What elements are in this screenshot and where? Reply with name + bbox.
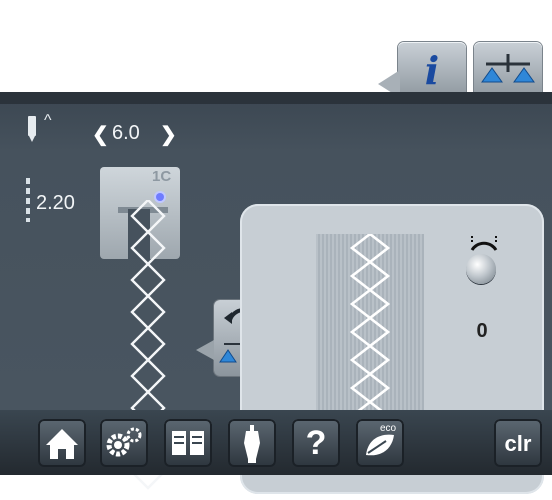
presser-foot-label: 1C — [152, 168, 172, 185]
sewing-advisor-button[interactable] — [228, 419, 276, 467]
info-icon: i — [424, 48, 440, 93]
home-button[interactable] — [38, 419, 86, 467]
needle-position-icon[interactable] — [28, 116, 36, 142]
width-increase-icon[interactable]: ❯ — [160, 122, 177, 147]
needle-up-arrow: ^ — [44, 112, 52, 129]
setup-button[interactable] — [100, 419, 148, 467]
help-button[interactable]: ? — [292, 419, 340, 467]
home-icon — [46, 429, 78, 459]
clear-label: clr — [504, 431, 532, 456]
setup-icon — [106, 427, 142, 457]
balance-arc-icon — [470, 236, 498, 251]
balance-value: 0 — [476, 320, 488, 342]
sewing-advisor-icon — [244, 425, 260, 463]
stitch-width-value: 6.0 — [112, 122, 140, 144]
tutorial-icon — [172, 431, 204, 455]
leaf-icon — [366, 434, 394, 456]
width-decrease-icon[interactable]: ❮ — [92, 122, 109, 147]
eco-button[interactable]: eco — [356, 419, 404, 467]
clear-button[interactable]: clr — [494, 419, 542, 467]
help-icon: ? — [305, 424, 327, 462]
status-bar — [0, 92, 552, 104]
stitch-length-icon — [26, 178, 30, 222]
balance-knob-icon[interactable] — [466, 254, 496, 284]
tutorial-button[interactable] — [164, 419, 212, 467]
stitch-length-value[interactable]: 2.20 — [36, 192, 75, 215]
